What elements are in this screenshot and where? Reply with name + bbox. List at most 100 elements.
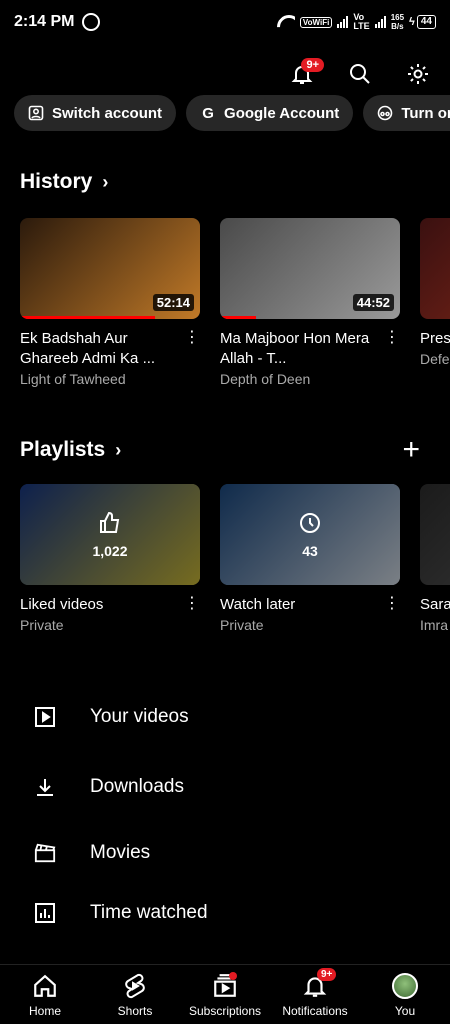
bottom-nav: Home Shorts Subscriptions 9+ Notificatio… [0,964,450,1024]
history-video[interactable]: 52:14 Ek Badshah Aur Ghareeb Admi Ka ...… [20,218,200,387]
avatar [392,972,418,999]
lte-bottom: LTE [353,21,370,31]
menu-movies[interactable]: Movies [34,842,150,864]
incognito-chip[interactable]: Turn on In [363,95,450,131]
playlist-thumbnail[interactable]: 43 [220,484,400,585]
play-square-icon [34,706,56,728]
wifi-icon [277,15,295,29]
signal-icon-2 [374,16,386,28]
google-icon: G [202,104,214,122]
nav-notifications[interactable]: 9+ Notifications [270,965,360,1024]
more-vert-icon[interactable]: ⋮ [384,330,400,346]
menu-downloads[interactable]: Downloads [34,776,184,798]
playlist-overlay: 43 [220,484,400,585]
nav-label: Home [28,1003,61,1018]
avatar-wrapper [391,972,419,1000]
home-icon [31,972,59,1000]
playlist-title[interactable]: Watch later [220,595,400,615]
video-title[interactable]: Ek Badshah Aur Ghareeb Admi Ka ... [20,329,200,369]
speed-value: 165 [390,13,405,22]
menu-label: Your videos [90,706,189,727]
playlist-title[interactable]: Liked videos [20,595,200,615]
nav-label: You [394,1003,416,1018]
playlists-title: Playlists [20,438,106,461]
video-channel: Defe [420,351,450,367]
nav-label: Subscriptions [188,1003,262,1018]
playlist-count: 1,022 [92,542,128,559]
video-duration: 52:14 [152,294,194,311]
switch-account-icon [28,105,44,121]
bell-icon: 9+ [301,967,337,1000]
speed-unit: B/s [391,22,404,31]
network-speed: 165 B/s [391,13,404,31]
video-thumbnail[interactable]: 52:14 [20,218,200,319]
playlist-privacy: Private [20,617,64,633]
more-vert-icon[interactable]: ⋮ [184,330,200,346]
video-thumbnail[interactable] [420,218,450,319]
search-button[interactable] [342,56,378,92]
signal-icon [337,16,349,28]
clapperboard-icon [34,842,56,864]
status-time: 2:14 PM [14,13,75,30]
nav-home[interactable]: Home [0,965,90,1024]
header-actions: 9+ [284,56,436,92]
more-vert-icon[interactable]: ⋮ [384,596,400,612]
nav-shorts[interactable]: Shorts [90,965,180,1024]
video-thumbnail[interactable]: 44:52 [220,218,400,319]
account-chips: Switch account G Google Account Turn on … [14,95,450,131]
subscriptions-icon [211,971,239,1000]
menu-label: Time watched [90,902,208,923]
playlist-count: 43 [302,542,318,559]
watch-progress [20,316,155,319]
clock-icon [300,512,320,533]
chip-label: Google Account [224,104,340,122]
lte-indicator: Vo LTE [353,13,369,31]
playlist-thumbnail[interactable]: 1,022 [20,484,200,585]
menu-your-videos[interactable]: Your videos [34,706,189,728]
notifications-badge: 9+ [301,58,324,72]
playlist-title[interactable]: Sara Slow [420,595,450,615]
playlist-author: Imra [420,617,448,633]
bar-chart-icon [34,902,56,924]
nav-label: Notifications [282,1003,348,1018]
video-duration: 44:52 [352,294,394,311]
history-video[interactable]: Pres & Xi Defe [420,218,450,387]
whatsapp-icon [82,13,101,31]
chip-label: Switch account [52,104,163,122]
playlists-row: 1,022 Liked videos Private ⋮ 43 Watch la… [20,484,450,633]
battery-icon: ϟ 44 [409,15,436,29]
nav-you[interactable]: You [360,965,450,1024]
download-icon [34,776,56,798]
battery-level: 44 [416,15,436,29]
history-row: 52:14 Ek Badshah Aur Ghareeb Admi Ka ...… [20,218,450,387]
history-header[interactable]: History › [20,170,108,194]
playlist-overlay: 1,022 [20,484,200,585]
google-account-chip[interactable]: G Google Account [186,95,354,131]
playlists-header[interactable]: Playlists › [20,438,121,462]
nav-notifications-badge: 9+ [317,967,337,981]
playlist-card[interactable]: 43 Watch later Private ⋮ [220,484,400,633]
notifications-button[interactable]: 9+ [284,56,324,92]
switch-account-chip[interactable]: Switch account [14,95,177,131]
gear-icon [408,64,428,84]
shorts-icon [121,972,149,1000]
history-video[interactable]: 44:52 Ma Majboor Hon Mera Allah - T... D… [220,218,400,387]
menu-label: Downloads [90,776,184,797]
video-title[interactable]: Ma Majboor Hon Mera Allah - T... [220,329,400,369]
video-title[interactable]: Pres & Xi [420,329,450,349]
search-icon [350,64,370,84]
playlist-card[interactable]: Sara Slow Imra [420,484,450,633]
nav-subscriptions[interactable]: Subscriptions [180,965,270,1024]
status-indicators: VoWiFi Vo LTE 165 B/s ϟ 44 [277,13,436,31]
nav-label: Shorts [117,1003,153,1018]
chevron-right-icon: › [102,171,109,192]
video-channel: Depth of Deen [220,371,311,387]
playlist-thumbnail[interactable] [420,484,450,585]
menu-time-watched[interactable]: Time watched [34,902,208,924]
add-playlist-button[interactable]: + [402,435,420,465]
charging-icon: ϟ [409,16,415,28]
settings-button[interactable] [400,56,436,92]
playlist-card[interactable]: 1,022 Liked videos Private ⋮ [20,484,200,633]
menu-label: Movies [90,842,151,863]
more-vert-icon[interactable]: ⋮ [184,596,200,612]
